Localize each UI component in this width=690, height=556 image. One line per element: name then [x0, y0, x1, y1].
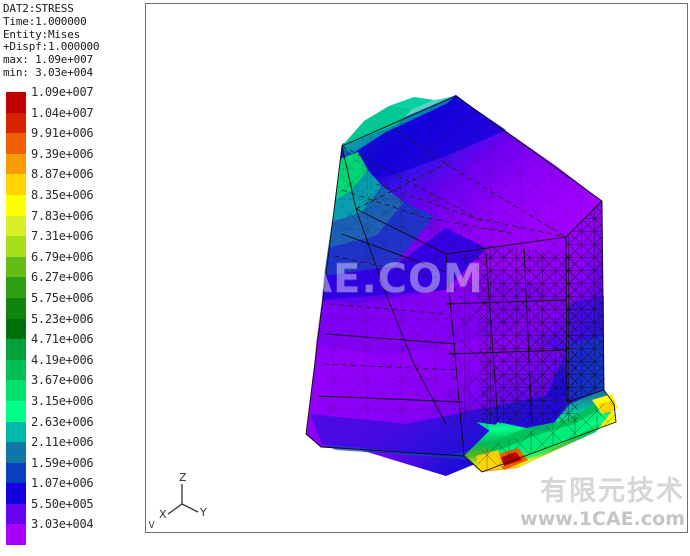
legend-swatch[interactable] [6, 359, 26, 381]
legend-value-label: 5.50e+005 [31, 496, 94, 511]
legend-value-label: 7.31e+006 [31, 229, 94, 244]
legend-value-label: 5.75e+006 [31, 290, 94, 305]
legend-value-label: 1.04e+007 [31, 105, 94, 120]
result-dataset-label: DAT2:STRESS [3, 2, 74, 15]
legend-swatch[interactable] [6, 153, 26, 175]
legend-swatch[interactable] [6, 277, 26, 298]
legend-value-label: 2.63e+006 [31, 414, 94, 429]
legend-swatch[interactable] [6, 483, 26, 504]
fea-postprocessor-window: DAT2:STRESS Time:1.000000 Entity:Mises +… [0, 0, 690, 556]
legend-value-label: 8.35e+006 [31, 187, 94, 202]
result-min-label: min: 3.03e+004 [3, 65, 93, 79]
legend-value-label: 2.11e+006 [31, 435, 94, 450]
legend-value-label: 6.79e+006 [31, 249, 94, 264]
color-legend[interactable]: 1.09e+007 1.04e+007 9.91e+006 9.39e+006 8.87… [0, 85, 140, 546]
legend-value-label: 5.23e+006 [31, 311, 94, 326]
legend-row[interactable]: 3.03e+004 [0, 517, 140, 546]
legend-swatch[interactable] [6, 462, 26, 484]
legend-value-label: 6.27e+006 [31, 270, 94, 285]
mesh-overlay [324, 96, 616, 472]
legend-swatch[interactable] [6, 380, 26, 401]
triad-x-label: X [159, 508, 167, 521]
legend-swatch[interactable] [6, 112, 26, 134]
legend-swatch[interactable] [6, 503, 26, 525]
viewport-corner-marker: v [148, 517, 156, 531]
axis-triad: Z Y X [159, 471, 207, 521]
result-time-label: Time:1.000000 [3, 14, 87, 28]
legend-value-label: 3.67e+006 [31, 373, 94, 388]
stress-contour-model[interactable]: Z Y X [146, 4, 687, 532]
legend-value-label: 1.59e+006 [31, 455, 94, 470]
legend-swatch[interactable] [6, 236, 26, 257]
legend-swatch[interactable] [6, 92, 26, 113]
legend-swatch[interactable] [6, 442, 26, 463]
legend-swatch[interactable] [6, 174, 26, 195]
legend-swatch[interactable] [6, 421, 26, 443]
legend-value-label: 1.07e+006 [31, 476, 94, 491]
legend-value-label: 3.03e+004 [31, 517, 94, 532]
legend-value-label: 8.87e+006 [31, 167, 94, 182]
legend-value-label: 3.15e+006 [31, 393, 94, 408]
result-info-block: DAT2:STRESS Time:1.000000 Entity:Mises +… [3, 2, 143, 80]
legend-swatch[interactable] [6, 339, 26, 360]
legend-value-label: 9.91e+006 [31, 126, 94, 141]
legend-swatch[interactable] [6, 297, 26, 319]
legend-swatch[interactable] [6, 256, 26, 278]
triad-z-label: Z [179, 471, 187, 484]
graphics-viewport[interactable]: Z Y X 1CAE.COM 有限元技术 www.1CAE.com [145, 3, 688, 533]
triad-y-label: Y [199, 506, 207, 519]
legend-value-label: 1.09e+007 [31, 85, 94, 99]
legend-swatch[interactable] [6, 318, 26, 340]
legend-value-label: 9.39e+006 [31, 146, 94, 161]
legend-value-label: 7.83e+006 [31, 208, 94, 223]
legend-swatch[interactable] [6, 215, 26, 237]
legend-swatch[interactable] [6, 133, 26, 154]
legend-swatch[interactable] [6, 400, 26, 422]
legend-swatch[interactable] [6, 194, 26, 216]
legend-value-label: 4.19e+006 [31, 352, 94, 367]
legend-value-label: 4.71e+006 [31, 332, 94, 347]
legend-swatch[interactable] [6, 524, 26, 546]
